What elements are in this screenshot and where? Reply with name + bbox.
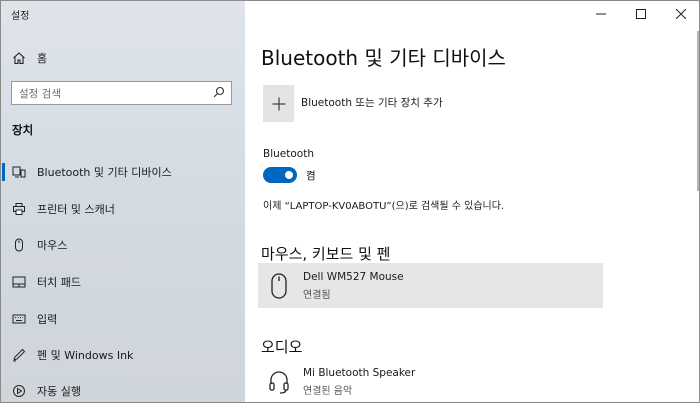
device-name: Mi Bluetooth Speaker xyxy=(303,366,416,379)
search-placeholder: 설정 검색 xyxy=(19,87,61,100)
pen-icon xyxy=(12,348,26,362)
device-text: Mi Bluetooth Speaker 연결된 음악 xyxy=(303,367,415,397)
sidebar-item-label: 터치 패드 xyxy=(37,276,81,289)
home-nav-item[interactable]: 홈 xyxy=(1,43,245,73)
sidebar-item-label: 프린터 및 스캐너 xyxy=(37,203,115,216)
minimize-icon xyxy=(596,13,606,15)
discoverable-text: 이제 “LAPTOP-KV0ABOTU”(으)로 검색될 수 있습니다. xyxy=(263,201,505,212)
close-button[interactable] xyxy=(661,1,699,27)
bluetooth-toggle[interactable] xyxy=(263,167,297,183)
sidebar-item-mouse[interactable]: 마우스 xyxy=(1,230,245,260)
window-controls xyxy=(581,1,699,27)
device-row[interactable]: Mi Bluetooth Speaker 연결된 음악 xyxy=(258,359,603,402)
sidebar: 설정 홈 설정 검색 장치 Bluetooth 및 기타 디바이스 프린터 및 … xyxy=(1,1,245,402)
plus-icon xyxy=(272,97,285,110)
sidebar-item-printers[interactable]: 프린터 및 스캐너 xyxy=(1,194,245,224)
sidebar-item-label: 펜 및 Windows Ink xyxy=(37,349,134,362)
settings-search-input[interactable]: 설정 검색 xyxy=(11,81,232,105)
bluetooth-devices-icon xyxy=(12,165,26,179)
headset-icon xyxy=(264,367,294,397)
app-title: 설정 xyxy=(11,11,30,22)
sidebar-item-typing[interactable]: 입력 xyxy=(1,304,245,334)
device-text: Dell WM527 Mouse 연결됨 xyxy=(303,271,404,301)
group-title-audio: 오디오 xyxy=(261,338,303,356)
device-status: 연결됨 xyxy=(303,289,331,301)
sidebar-item-autoplay[interactable]: 자동 실행 xyxy=(1,376,245,402)
sidebar-item-label: 입력 xyxy=(37,313,58,326)
search-icon xyxy=(213,86,225,101)
group-title-input-devices: 마우스, 키보드 및 펜 xyxy=(261,245,391,263)
sidebar-item-label: 마우스 xyxy=(37,239,68,252)
bluetooth-heading: Bluetooth xyxy=(263,148,314,160)
mouse-icon xyxy=(12,238,26,252)
scrollbar[interactable] xyxy=(697,31,699,191)
sidebar-item-label: Bluetooth 및 기타 디바이스 xyxy=(37,166,172,179)
home-label: 홈 xyxy=(37,52,48,65)
active-indicator xyxy=(2,163,5,181)
sidebar-item-touchpad[interactable]: 터치 패드 xyxy=(1,267,245,297)
toggle-knob xyxy=(285,171,293,179)
maximize-button[interactable] xyxy=(621,1,661,27)
toggle-state-label: 켬 xyxy=(306,170,316,182)
printer-icon xyxy=(12,202,26,216)
add-device-button[interactable] xyxy=(263,85,294,122)
autoplay-icon xyxy=(12,384,26,398)
maximize-icon xyxy=(636,9,646,19)
device-name: Dell WM527 Mouse xyxy=(303,270,404,283)
page-title: Bluetooth 및 기타 디바이스 xyxy=(261,46,506,70)
minimize-button[interactable] xyxy=(581,1,621,27)
section-title-devices: 장치 xyxy=(12,123,34,137)
device-status: 연결된 음악 xyxy=(303,385,353,397)
sidebar-item-bluetooth[interactable]: Bluetooth 및 기타 디바이스 xyxy=(1,157,245,187)
add-device-label[interactable]: Bluetooth 또는 기타 장치 추가 xyxy=(301,95,443,110)
device-row[interactable]: Dell WM527 Mouse 연결됨 xyxy=(258,263,603,308)
home-icon xyxy=(12,51,26,65)
sidebar-item-pen[interactable]: 펜 및 Windows Ink xyxy=(1,340,245,370)
keyboard-icon xyxy=(12,312,26,326)
mouse-icon xyxy=(264,271,294,301)
main-content: Bluetooth 및 기타 디바이스 Bluetooth 또는 기타 장치 추… xyxy=(245,1,699,402)
sidebar-item-label: 자동 실행 xyxy=(37,385,81,398)
touchpad-icon xyxy=(12,275,26,289)
settings-window: 설정 홈 설정 검색 장치 Bluetooth 및 기타 디바이스 프린터 및 … xyxy=(0,0,700,403)
close-icon xyxy=(676,9,686,19)
